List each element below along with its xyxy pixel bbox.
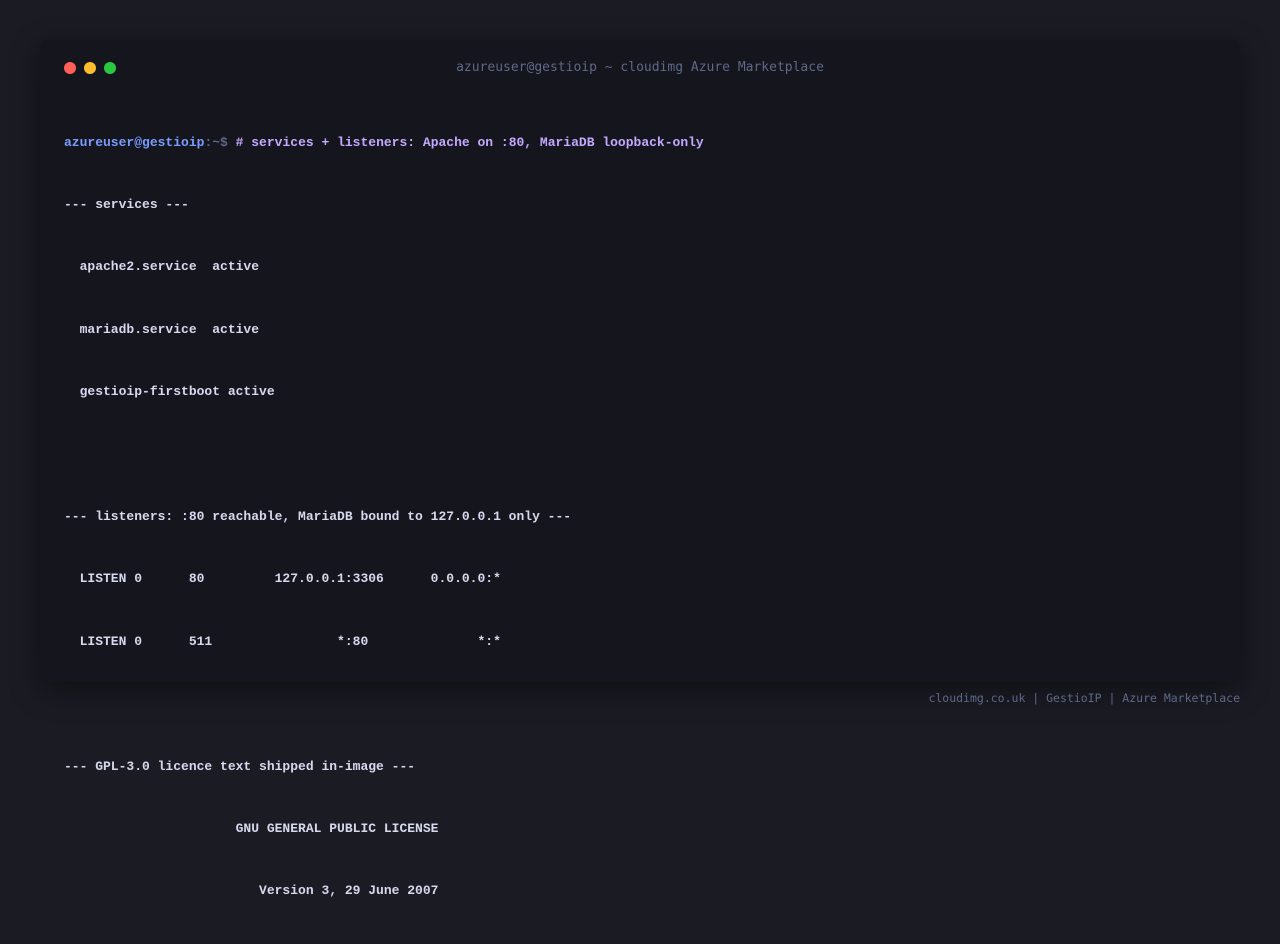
- prompt-line: azureuser@gestioip:~$ # services + liste…: [64, 133, 1216, 154]
- output-line: --- GPL-3.0 licence text shipped in-imag…: [64, 758, 416, 774]
- prompt-path: :~$: [204, 134, 228, 150]
- prompt-user: azureuser@gestioip: [64, 134, 205, 150]
- title-bar: azureuser@gestioip ~ cloudimg Azure Mark…: [40, 40, 1240, 94]
- output-line: GNU GENERAL PUBLIC LICENSE: [64, 820, 439, 836]
- window-title: azureuser@gestioip ~ cloudimg Azure Mark…: [456, 60, 824, 75]
- terminal-output[interactable]: azureuser@gestioip:~$ # services + liste…: [64, 91, 1216, 944]
- terminal-window: azureuser@gestioip ~ cloudimg Azure Mark…: [40, 40, 1240, 898]
- output-line: gestioip-firstboot active: [64, 384, 275, 400]
- command-text: # services + listeners: Apache on :80, M…: [235, 134, 704, 150]
- output-line: --- services ---: [64, 196, 189, 212]
- output-line: LISTEN 0 80 127.0.0.1:3306 0.0.0.0:*: [64, 571, 501, 587]
- output-line: --- listeners: :80 reachable, MariaDB bo…: [64, 508, 572, 524]
- output-line: apache2.service active: [64, 259, 260, 275]
- footer-credits: cloudimg.co.uk | GestioIP | Azure Market…: [928, 691, 1240, 705]
- output-line: mariadb.service active: [64, 321, 260, 337]
- output-line: Version 3, 29 June 2007: [64, 883, 439, 899]
- output-line: LISTEN 0 511 *:80 *:*: [64, 633, 501, 649]
